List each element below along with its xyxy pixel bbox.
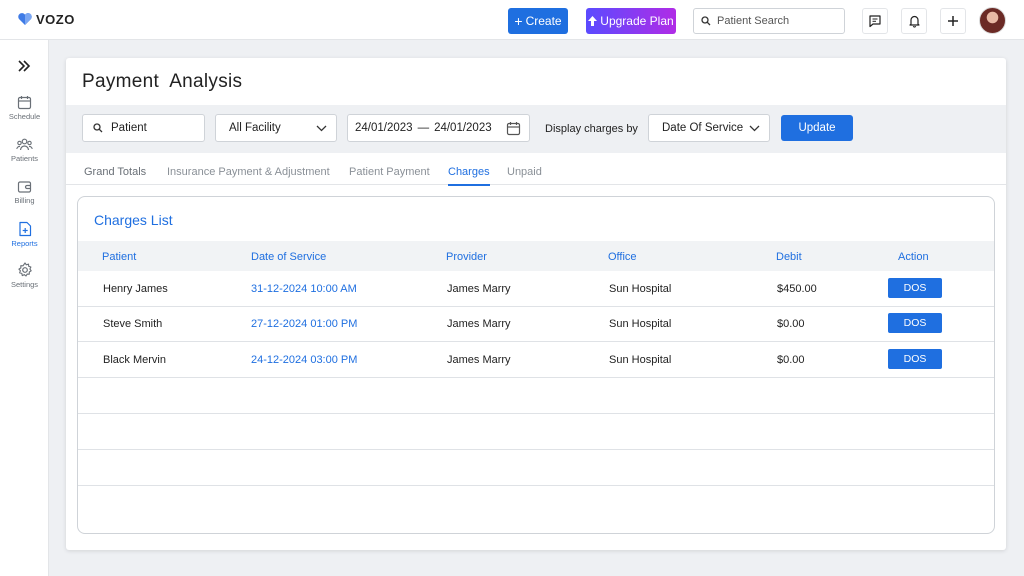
sidebar-item-reports[interactable]: Reports <box>0 221 49 248</box>
sidebar-item-label: Schedule <box>8 112 41 121</box>
sidebar-item-billing[interactable]: Billing <box>0 179 49 205</box>
dos-button[interactable]: DOS <box>888 313 942 333</box>
cell-date-of-service[interactable]: 31-12-2024 10:00 AM <box>251 283 357 295</box>
reports-icon <box>18 221 31 237</box>
tab-insurance-payment[interactable]: Insurance Payment & Adjustment <box>167 166 330 178</box>
plus-icon: + <box>514 13 523 29</box>
patient-search-input[interactable] <box>717 15 837 27</box>
cell-debit: $0.00 <box>777 354 805 366</box>
tab-patient-payment[interactable]: Patient Payment <box>349 166 430 178</box>
charges-list-title: Charges List <box>94 212 173 228</box>
search-icon <box>701 16 711 26</box>
display-charges-label: Display charges by <box>545 123 638 135</box>
display-charges-value: Date Of Service <box>662 122 744 134</box>
calendar-icon[interactable] <box>506 121 521 136</box>
plus-icon <box>948 16 958 26</box>
user-avatar[interactable] <box>979 7 1006 34</box>
empty-table-row <box>78 450 994 486</box>
cell-office: Sun Hospital <box>609 354 672 366</box>
facility-select[interactable]: All Facility <box>215 114 337 142</box>
chat-icon <box>869 15 881 28</box>
cell-debit: $450.00 <box>777 283 817 295</box>
report-tabs: Grand Totals Insurance Payment & Adjustm… <box>66 153 1006 186</box>
date-from: 24/01/2023 <box>355 122 413 134</box>
search-icon <box>93 123 103 133</box>
sidebar: Schedule Patients Billing Reports Settin… <box>0 40 49 576</box>
create-label: Create <box>525 14 562 28</box>
bell-icon <box>908 15 920 28</box>
empty-table-row <box>78 378 994 414</box>
sidebar-item-label: Reports <box>11 239 38 248</box>
cell-patient: Black Mervin <box>103 354 166 366</box>
cell-provider: James Marry <box>447 283 511 295</box>
column-header-office: Office <box>608 251 637 263</box>
tab-charges[interactable]: Charges <box>448 166 490 186</box>
sidebar-item-patients[interactable]: Patients <box>0 137 49 163</box>
cell-office: Sun Hospital <box>609 283 672 295</box>
patient-search[interactable] <box>693 8 845 34</box>
logo[interactable]: VOZO <box>17 11 75 27</box>
cell-office: Sun Hospital <box>609 318 672 330</box>
table-header: Patient Date of Service Provider Office … <box>78 241 994 271</box>
sidebar-item-schedule[interactable]: Schedule <box>0 95 49 121</box>
page-title: Payment Analysis <box>82 71 243 92</box>
expand-sidebar-button[interactable] <box>17 59 31 77</box>
wallet-icon <box>17 181 32 193</box>
table-row: Henry James 31-12-2024 10:00 AM James Ma… <box>78 271 994 307</box>
charges-list-panel: Charges List Patient Date of Service Pro… <box>77 196 995 534</box>
cell-debit: $0.00 <box>777 318 805 330</box>
sidebar-item-label: Billing <box>14 196 35 205</box>
empty-table-row <box>78 414 994 450</box>
column-header-debit: Debit <box>776 251 802 263</box>
column-header-date-of-service: Date of Service <box>251 251 327 263</box>
arrow-up-icon <box>588 16 598 26</box>
cell-date-of-service[interactable]: 27-12-2024 01:00 PM <box>251 318 357 330</box>
notifications-button[interactable] <box>901 8 927 34</box>
patient-filter[interactable] <box>82 114 205 142</box>
upgrade-label: Upgrade Plan <box>600 14 674 28</box>
cell-patient: Henry James <box>103 283 168 295</box>
upgrade-plan-button[interactable]: Upgrade Plan <box>586 8 676 34</box>
filter-bar: All Facility 24/01/2023 — 24/01/2023 Dis… <box>66 105 1006 153</box>
facility-select-value: All Facility <box>229 122 281 134</box>
users-icon <box>16 138 33 151</box>
cell-provider: James Marry <box>447 354 511 366</box>
column-header-action: Action <box>898 251 929 263</box>
tab-grand-totals[interactable]: Grand Totals <box>84 166 146 178</box>
table-row: Black Mervin 24-12-2024 03:00 PM James M… <box>78 342 994 378</box>
tab-unpaid[interactable]: Unpaid <box>507 166 542 178</box>
date-to: 24/01/2023 <box>434 122 492 134</box>
dos-button[interactable]: DOS <box>888 278 942 298</box>
date-range-picker[interactable]: 24/01/2023 — 24/01/2023 <box>347 114 530 142</box>
chevron-down-icon <box>749 125 760 131</box>
cell-date-of-service[interactable]: 24-12-2024 03:00 PM <box>251 354 357 366</box>
patient-filter-input[interactable] <box>111 122 201 134</box>
cell-patient: Steve Smith <box>103 318 163 330</box>
heart-logo-icon <box>18 13 32 25</box>
double-chevron-right-icon <box>18 60 31 72</box>
calendar-icon <box>17 96 32 110</box>
display-charges-select[interactable]: Date Of Service <box>648 114 770 142</box>
sidebar-item-label: Settings <box>10 280 39 289</box>
create-button[interactable]: + Create <box>508 8 568 34</box>
dos-button[interactable]: DOS <box>888 349 942 369</box>
table-row: Steve Smith 27-12-2024 01:00 PM James Ma… <box>78 306 994 342</box>
chevron-down-icon <box>316 125 327 131</box>
sidebar-item-settings[interactable]: Settings <box>0 262 49 289</box>
column-header-provider: Provider <box>446 251 487 263</box>
gear-icon <box>17 262 32 277</box>
payment-analysis-card: Payment Analysis All Facility 24/01/2023… <box>66 58 1006 550</box>
date-separator: — <box>417 122 430 134</box>
cell-provider: James Marry <box>447 318 511 330</box>
logo-text: VOZO <box>36 11 75 27</box>
column-header-patient: Patient <box>102 251 137 263</box>
sidebar-item-label: Patients <box>10 154 39 163</box>
update-button[interactable]: Update <box>781 115 853 141</box>
top-bar: VOZO + Create Upgrade Plan <box>0 0 1024 40</box>
messages-button[interactable] <box>862 8 888 34</box>
add-button[interactable] <box>940 8 966 34</box>
